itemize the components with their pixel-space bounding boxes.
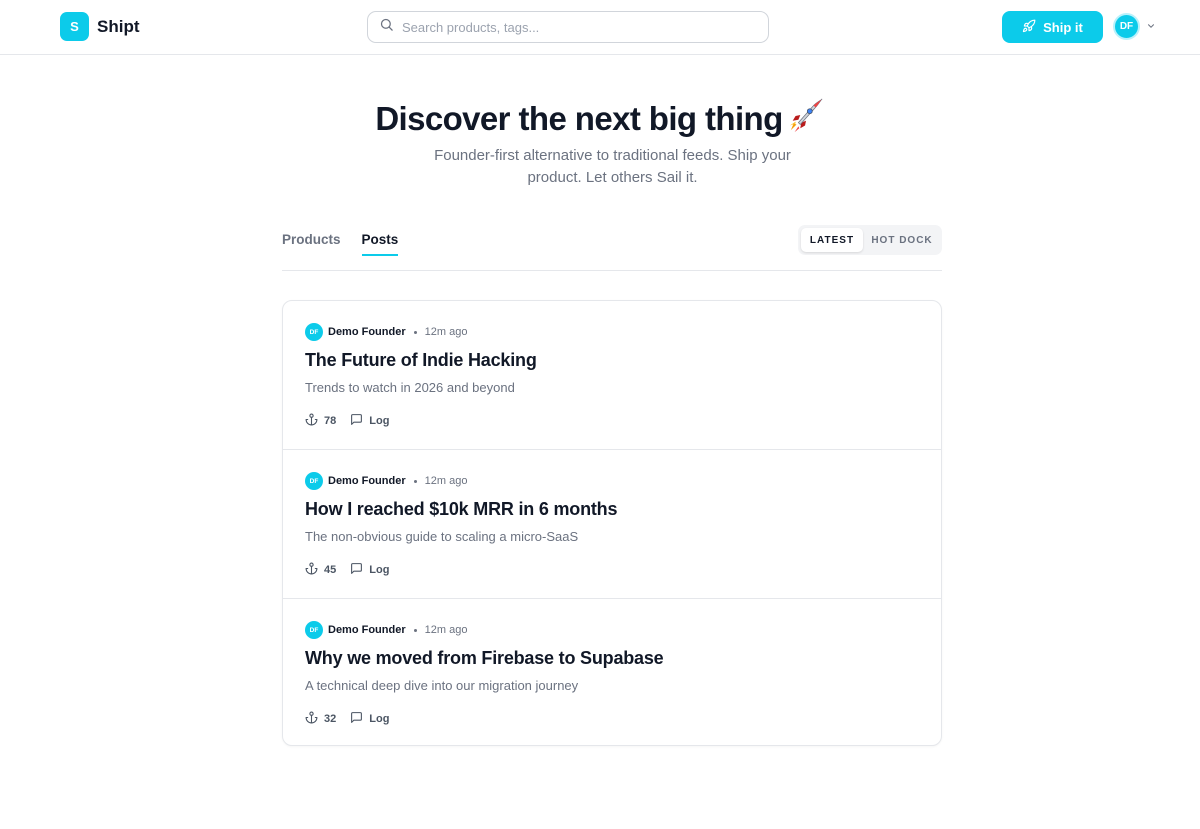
- hero-title-text: Discover the next big thing: [375, 100, 783, 137]
- post-actions: 45 Log: [305, 562, 919, 578]
- separator-dot: [413, 479, 417, 483]
- post-meta: DF Demo Founder 12m ago: [305, 621, 919, 639]
- separator-dot: [413, 330, 417, 334]
- sort-latest-button[interactable]: LATEST: [801, 228, 863, 252]
- post-description: Trends to watch in 2026 and beyond: [305, 380, 515, 395]
- log-label: Log: [369, 713, 390, 725]
- comment-icon: [350, 711, 363, 727]
- post-actions: 32 Log: [305, 711, 919, 727]
- top-navbar: S Shipt Ship it DF: [0, 0, 1200, 55]
- post-time: 12m ago: [424, 475, 468, 487]
- anchor-icon: [305, 413, 318, 429]
- feed-tabs: Products Posts: [282, 232, 399, 256]
- author-name[interactable]: Demo Founder: [328, 475, 406, 487]
- chevron-down-icon: [1146, 18, 1156, 36]
- tab-posts[interactable]: Posts: [361, 232, 399, 256]
- ship-it-label: Ship it: [1043, 19, 1083, 35]
- comment-icon: [350, 562, 363, 578]
- tabs-divider: [282, 270, 942, 271]
- log-button[interactable]: Log: [350, 711, 389, 727]
- tab-products[interactable]: Products: [282, 232, 341, 256]
- search-bar[interactable]: [367, 11, 769, 43]
- anchor-count: 78: [324, 415, 337, 427]
- post-card[interactable]: DF Demo Founder 12m ago The Future of In…: [283, 301, 941, 450]
- post-card[interactable]: DF Demo Founder 12m ago Why we moved fro…: [283, 599, 941, 745]
- author-name[interactable]: Demo Founder: [328, 624, 406, 636]
- post-time: 12m ago: [424, 624, 468, 636]
- logo-link[interactable]: S Shipt: [60, 12, 140, 41]
- search-input[interactable]: [402, 19, 742, 35]
- user-menu[interactable]: DF: [1113, 13, 1156, 40]
- anchor-button[interactable]: 45: [305, 562, 336, 578]
- author-avatar: DF: [305, 621, 323, 639]
- hero-subtitle: Founder-first alternative to traditional…: [434, 147, 791, 186]
- anchor-button[interactable]: 78: [305, 413, 336, 429]
- comment-icon: [350, 413, 363, 429]
- log-label: Log: [369, 564, 390, 576]
- anchor-icon: [305, 711, 318, 727]
- post-card[interactable]: DF Demo Founder 12m ago How I reached $1…: [283, 450, 941, 599]
- logo-mark: S: [60, 12, 89, 41]
- post-title[interactable]: Why we moved from Firebase to Supabase: [305, 647, 919, 669]
- ship-it-button[interactable]: Ship it: [1002, 11, 1103, 43]
- author-name[interactable]: Demo Founder: [328, 326, 406, 338]
- post-meta: DF Demo Founder 12m ago: [305, 472, 919, 490]
- log-button[interactable]: Log: [350, 562, 389, 578]
- post-title[interactable]: How I reached $10k MRR in 6 months: [305, 498, 919, 520]
- anchor-count: 32: [324, 713, 337, 725]
- sort-toggle: LATEST HOT DOCK: [798, 225, 942, 255]
- anchor-button[interactable]: 32: [305, 711, 336, 727]
- author-avatar: DF: [305, 472, 323, 490]
- log-button[interactable]: Log: [350, 413, 389, 429]
- rocket-icon: [1022, 19, 1036, 36]
- rocket-emoji: [787, 96, 825, 142]
- post-actions: 78 Log: [305, 413, 919, 429]
- post-meta: DF Demo Founder 12m ago: [305, 323, 919, 341]
- post-description: The non-obvious guide to scaling a micro…: [305, 529, 579, 544]
- anchor-count: 45: [324, 564, 337, 576]
- search-icon: [379, 17, 394, 37]
- posts-feed: DF Demo Founder 12m ago The Future of In…: [282, 300, 942, 746]
- log-label: Log: [369, 415, 390, 427]
- post-title[interactable]: The Future of Indie Hacking: [305, 349, 919, 371]
- post-description: A technical deep dive into our migration…: [305, 678, 579, 693]
- author-avatar: DF: [305, 323, 323, 341]
- separator-dot: [413, 628, 417, 632]
- user-avatar: DF: [1113, 13, 1140, 40]
- logo-text: Shipt: [97, 16, 140, 36]
- post-time: 12m ago: [424, 326, 468, 338]
- hero-title: Discover the next big thing: [0, 96, 1200, 142]
- anchor-icon: [305, 562, 318, 578]
- sort-hot-dock-button[interactable]: HOT DOCK: [865, 228, 939, 252]
